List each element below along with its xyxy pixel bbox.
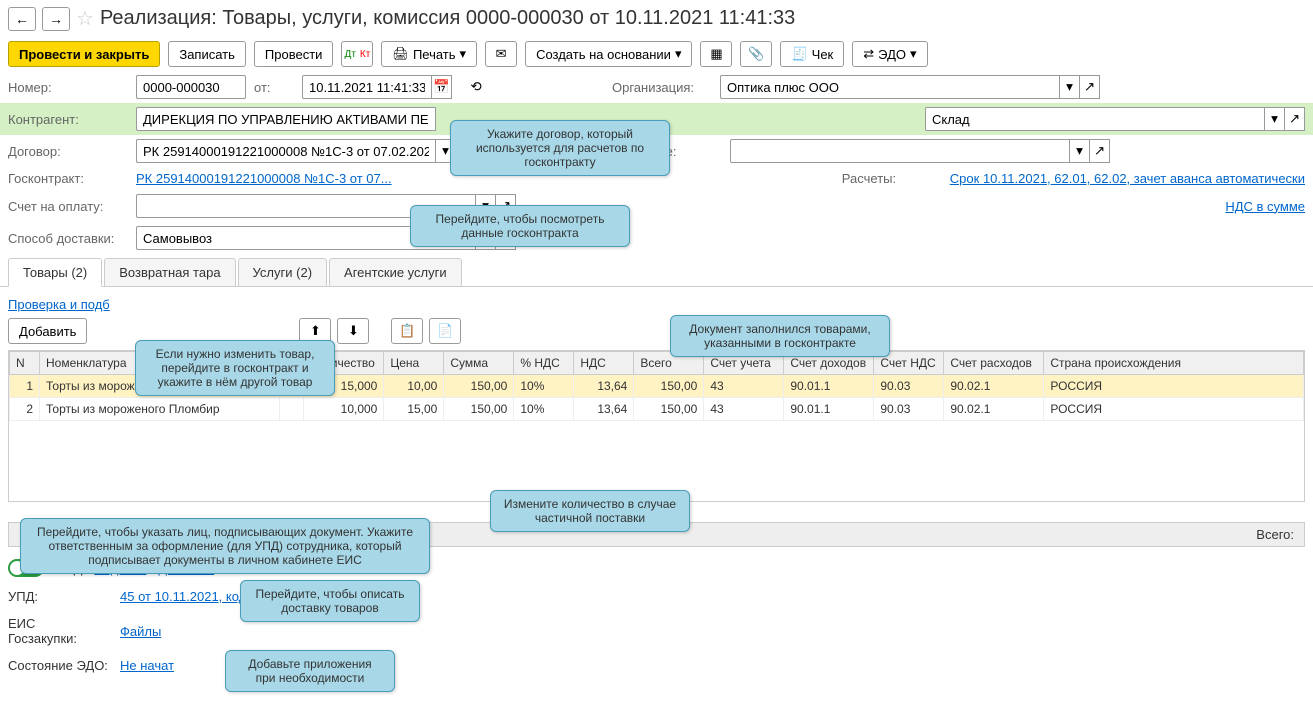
vat-link[interactable]: НДС в сумме <box>1225 199 1305 214</box>
calendar-icon[interactable]: 📅 <box>432 75 452 99</box>
upd-label: УПД: <box>8 589 108 604</box>
col-price[interactable]: Цена <box>384 352 444 375</box>
callout-delivery: Перейдите, чтобы описать доставку товаро… <box>240 580 420 622</box>
col-expense[interactable]: Счет расходов <box>944 352 1044 375</box>
subdiv-input[interactable] <box>730 139 1070 163</box>
add-button[interactable]: Добавить <box>8 318 87 344</box>
post-close-button[interactable]: Провести и закрыть <box>8 41 160 67</box>
check-button[interactable]: 🧾 Чек <box>780 41 844 67</box>
save-button[interactable]: Записать <box>168 41 246 67</box>
contract-input[interactable] <box>136 139 436 163</box>
contract-label: Договор: <box>8 144 128 159</box>
tab-services[interactable]: Услуги (2) <box>238 258 327 286</box>
move-down-icon[interactable]: ⬇ <box>337 318 369 344</box>
callout-files: Добавьте приложения при необходимости <box>225 650 395 692</box>
org-open[interactable]: ↗ <box>1080 75 1100 99</box>
tab-agency[interactable]: Агентские услуги <box>329 258 462 286</box>
eis-label: ЕИС Госзакупки: <box>8 616 108 646</box>
check-fill-link[interactable]: Проверка и подб <box>8 297 110 312</box>
col-n[interactable]: N <box>10 352 40 375</box>
page-title: Реализация: Товары, услуги, комиссия 000… <box>100 7 795 30</box>
create-based-button[interactable]: Создать на основании ▾ <box>525 41 692 67</box>
paste-icon[interactable]: 📄 <box>429 318 461 344</box>
col-vat[interactable]: НДС <box>574 352 634 375</box>
warehouse-dropdown[interactable]: ▾ <box>1265 107 1285 131</box>
files-link[interactable]: Файлы <box>120 624 161 639</box>
post-button[interactable]: Провести <box>254 41 334 67</box>
org-input[interactable] <box>720 75 1060 99</box>
delivery-method-label: Способ доставки: <box>8 231 128 246</box>
nav-forward[interactable]: → <box>42 7 70 31</box>
tab-returnable[interactable]: Возвратная тара <box>104 258 235 286</box>
col-origin[interactable]: Страна происхождения <box>1044 352 1304 375</box>
attachment-icon[interactable]: 📎 <box>740 41 772 67</box>
copy-icon[interactable]: 📋 <box>391 318 423 344</box>
tab-goods[interactable]: Товары (2) <box>8 258 102 287</box>
col-sum[interactable]: Сумма <box>444 352 514 375</box>
settlements-link[interactable]: Срок 10.11.2021, 62.01, 62.02, зачет ава… <box>950 171 1305 186</box>
number-input[interactable] <box>136 75 246 99</box>
org-label: Организация: <box>612 80 712 95</box>
refresh-icon[interactable]: ⟲ <box>466 75 486 99</box>
mail-icon[interactable]: ✉ <box>485 41 517 67</box>
warehouse-input[interactable] <box>925 107 1265 131</box>
register-icon[interactable]: ▦ <box>700 41 732 67</box>
edo-state-label: Состояние ЭДО: <box>8 658 108 673</box>
invoice-label: Счет на оплату: <box>8 199 128 214</box>
print-button[interactable]: 🖨 Печать ▾ <box>381 41 477 67</box>
callout-quantity: Измените количество в случае частичной п… <box>490 490 690 532</box>
counterparty-input[interactable] <box>136 107 436 131</box>
date-input[interactable] <box>302 75 432 99</box>
counterparty-label: Контрагент: <box>8 112 128 127</box>
table-row[interactable]: 2Торты из мороженого Пломбир10,00015,001… <box>10 398 1304 421</box>
from-label: от: <box>254 80 294 95</box>
number-label: Номер: <box>8 80 128 95</box>
settlements-label: Расчеты: <box>842 171 942 186</box>
callout-contract: Укажите договор, который используется дл… <box>450 120 670 176</box>
edo-button[interactable]: ⇄ ЭДО ▾ <box>852 41 927 67</box>
callout-change-goods: Если нужно изменить товар, перейдите в г… <box>135 340 335 396</box>
callout-filled: Документ заполнился товарами, указанными… <box>670 315 890 357</box>
callout-goscontract: Перейдите, чтобы посмотреть данные госко… <box>410 205 630 247</box>
nav-back[interactable]: ← <box>8 7 36 31</box>
warehouse-open[interactable]: ↗ <box>1285 107 1305 131</box>
favorite-icon[interactable]: ☆ <box>76 6 94 31</box>
goscontract-label: Госконтракт: <box>8 171 128 186</box>
org-dropdown[interactable]: ▾ <box>1060 75 1080 99</box>
col-vatpct[interactable]: % НДС <box>514 352 574 375</box>
subdiv-dropdown[interactable]: ▾ <box>1070 139 1090 163</box>
goscontract-link[interactable]: РК 25914000191221000008 №1С-3 от 07... <box>136 171 392 186</box>
edo-state-link[interactable]: Не начат <box>120 658 174 673</box>
subdiv-open[interactable]: ↗ <box>1090 139 1110 163</box>
callout-signers: Перейдите, чтобы указать лиц, подписываю… <box>20 518 430 574</box>
dt-kt-icon[interactable]: ДтКт <box>341 41 373 67</box>
